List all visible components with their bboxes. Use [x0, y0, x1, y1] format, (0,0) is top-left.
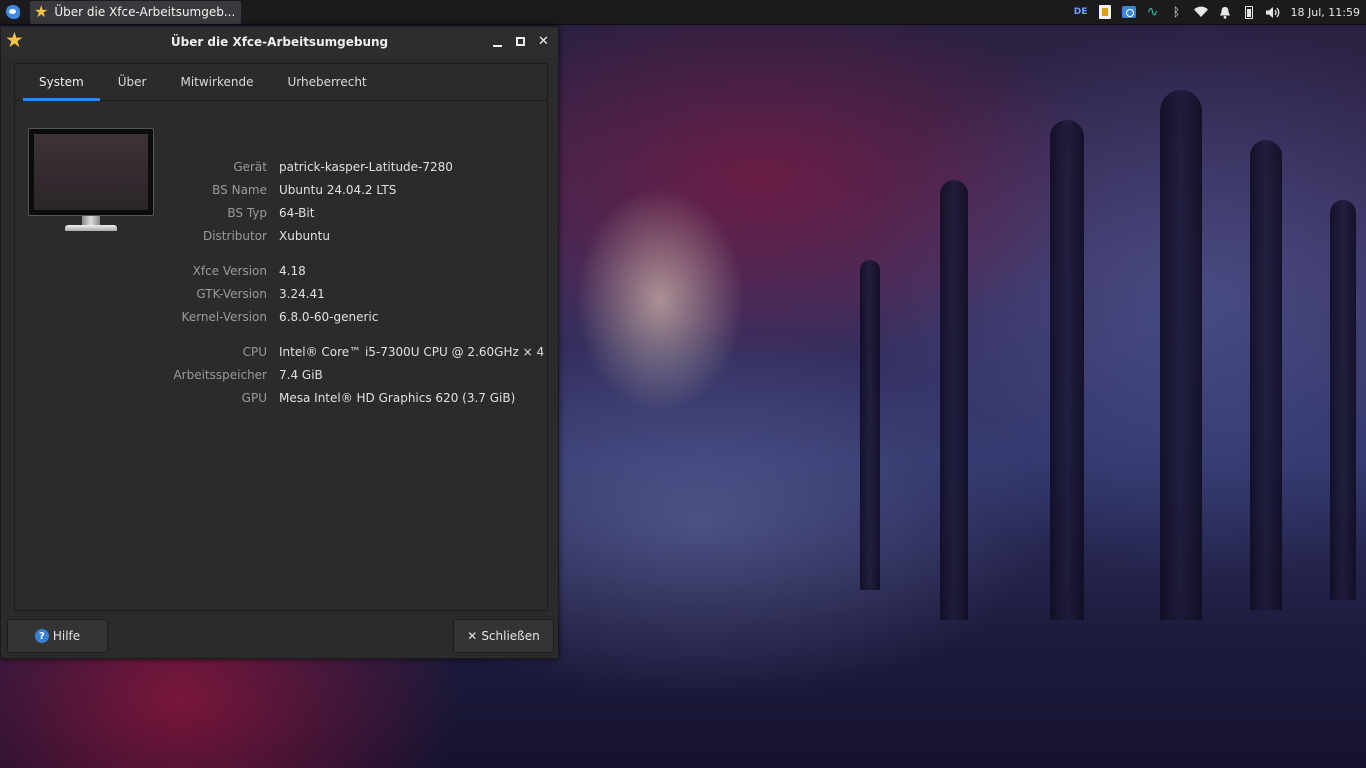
- info-label: Xfce Version: [192, 263, 267, 278]
- xfce-mouse-icon: [6, 5, 20, 19]
- info-row-device: Gerät patrick-kasper-Latitude-7280: [165, 155, 545, 178]
- info-value: Intel® Core™ i5-7300U CPU @ 2.60GHz × 4: [279, 344, 545, 359]
- info-row-memory: Arbeitsspeicher 7.4 GiB: [165, 363, 545, 386]
- wifi-tray-button[interactable]: [1189, 0, 1213, 25]
- battery-icon: [1244, 5, 1253, 19]
- close-icon: ✕: [467, 629, 478, 643]
- minimize-icon: [493, 44, 502, 47]
- info-value: 6.8.0-60-generic: [279, 309, 379, 324]
- wave-icon: ∿: [1146, 4, 1159, 20]
- close-button[interactable]: ✕ Schließen: [453, 619, 554, 653]
- bluetooth-icon: ᛒ: [1172, 5, 1181, 19]
- info-label: CPU: [242, 344, 267, 359]
- tab-contributors[interactable]: Mitwirkende: [164, 64, 269, 100]
- keyboard-layout-indicator[interactable]: DE: [1069, 0, 1093, 25]
- tab-bar: System Über Mitwirkende Urheberrecht: [15, 64, 547, 101]
- notifications-tray-button[interactable]: [1213, 0, 1237, 25]
- info-row-cpu: CPU Intel® Core™ i5-7300U CPU @ 2.60GHz …: [165, 340, 545, 363]
- network-monitor-tray-button[interactable]: ∿: [1141, 0, 1165, 25]
- about-notebook: System Über Mitwirkende Urheberrecht Ger…: [14, 63, 548, 611]
- info-value: 3.24.41: [279, 286, 325, 301]
- screenshot-tray-button[interactable]: [1117, 0, 1141, 25]
- info-row-os-name: BS Name Ubuntu 24.04.2 LTS: [165, 178, 545, 201]
- star-icon[interactable]: ★: [5, 30, 24, 51]
- about-xfce-dialog: ★ Über die Xfce-Arbeitsumgebung ✕ System…: [0, 26, 559, 659]
- close-button-label: Schließen: [481, 629, 540, 643]
- info-label: Distributor: [202, 228, 267, 243]
- info-row-os-type: BS Typ 64-Bit: [165, 201, 545, 224]
- info-row-kernel-version: Kernel-Version 6.8.0-60-generic: [165, 305, 545, 328]
- maximize-button[interactable]: [512, 33, 529, 50]
- close-window-button[interactable]: ✕: [535, 33, 552, 50]
- keyboard-layout-label: DE: [1073, 7, 1088, 17]
- info-label: GPU: [241, 390, 267, 405]
- bluetooth-tray-button[interactable]: ᛒ: [1165, 0, 1189, 25]
- info-value: 64-Bit: [279, 205, 315, 220]
- info-value: 7.4 GiB: [279, 367, 323, 382]
- info-label: BS Typ: [227, 205, 267, 220]
- info-label: Gerät: [233, 159, 267, 174]
- info-value: Mesa Intel® HD Graphics 620 (3.7 GiB): [279, 390, 516, 405]
- panel-clock[interactable]: 18 Jul, 11:59: [1285, 6, 1360, 19]
- tab-about[interactable]: Über: [102, 64, 163, 100]
- taskbar-window-title: Über die Xfce-Arbeitsumgeb...: [54, 5, 236, 19]
- battery-tray-button[interactable]: [1237, 0, 1261, 25]
- clipboard-icon: [1098, 5, 1111, 19]
- info-label: Kernel-Version: [181, 309, 267, 324]
- info-row-gtk-version: GTK-Version 3.24.41: [165, 282, 545, 305]
- tab-system[interactable]: System: [23, 64, 100, 101]
- info-row-xfce-version: Xfce Version 4.18: [165, 259, 545, 282]
- info-value: patrick-kasper-Latitude-7280: [279, 159, 453, 174]
- info-label: Arbeitsspeicher: [173, 367, 267, 382]
- help-icon: ?: [34, 629, 49, 643]
- whisker-menu-button[interactable]: [0, 0, 26, 25]
- info-label: BS Name: [212, 182, 267, 197]
- info-value: Xubuntu: [279, 228, 330, 243]
- tab-copyright[interactable]: Urheberrecht: [271, 64, 382, 100]
- minimize-button[interactable]: [489, 33, 506, 50]
- window-titlebar[interactable]: ★ Über die Xfce-Arbeitsumgebung ✕: [1, 27, 558, 57]
- clipboard-tray-button[interactable]: [1093, 0, 1117, 25]
- wifi-icon: [1193, 6, 1208, 18]
- maximize-icon: [516, 37, 525, 46]
- info-value: Ubuntu 24.04.2 LTS: [279, 182, 397, 197]
- taskbar-window-button[interactable]: ★ Über die Xfce-Arbeitsumgeb...: [30, 0, 242, 24]
- speaker-icon: [1265, 6, 1279, 18]
- info-label: GTK-Version: [196, 286, 267, 301]
- close-icon: ✕: [538, 34, 549, 49]
- top-panel: ★ Über die Xfce-Arbeitsumgeb... DE ∿ ᛒ 1…: [0, 0, 1366, 25]
- info-value: 4.18: [279, 263, 306, 278]
- star-icon: ★: [34, 2, 49, 21]
- system-info-list: Gerät patrick-kasper-Latitude-7280 BS Na…: [165, 155, 545, 409]
- bell-icon: [1219, 6, 1230, 19]
- computer-monitor-icon: [28, 128, 154, 238]
- volume-tray-button[interactable]: [1261, 0, 1285, 25]
- info-row-distributor: Distributor Xubuntu: [165, 224, 545, 247]
- help-button[interactable]: ? Hilfe: [7, 619, 108, 653]
- camera-icon: [1121, 6, 1136, 18]
- info-row-gpu: GPU Mesa Intel® HD Graphics 620 (3.7 GiB…: [165, 386, 545, 409]
- help-button-label: Hilfe: [52, 629, 81, 643]
- window-title: Über die Xfce-Arbeitsumgebung: [170, 35, 389, 49]
